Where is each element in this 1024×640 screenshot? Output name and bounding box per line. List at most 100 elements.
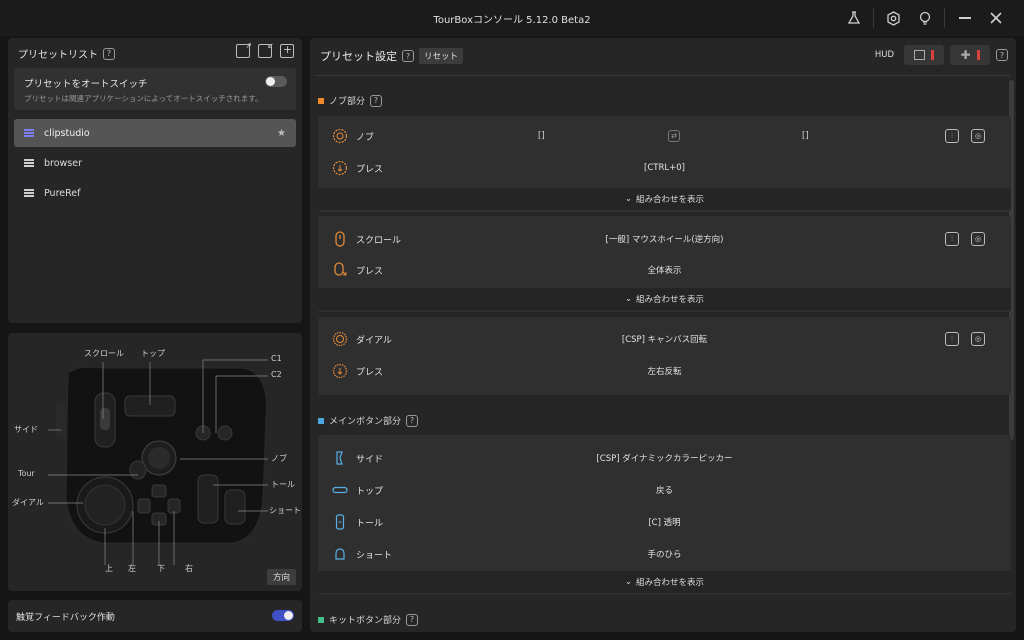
help-icon[interactable]: ?: [103, 47, 115, 60]
diagram-label-scroll: スクロール: [84, 349, 124, 358]
swap-icon[interactable]: ⇄: [668, 130, 680, 142]
knob-right-value: []: [802, 131, 809, 141]
diagram-label-dial: ダイアル: [12, 498, 44, 507]
preset-list-actions: ↗ ↙ +: [236, 41, 294, 58]
scroll-card: スクロール [一般] マウスホイール(逆方向) ⫶ ◎ プレス 全体表示 ⌄ 組み合…: [318, 216, 1011, 312]
combo-label: 組み合わせを表示: [636, 295, 705, 305]
hud-controls: HUD ✚ ?: [875, 45, 1008, 65]
add-preset-icon[interactable]: +: [280, 43, 294, 58]
title-separator: [944, 8, 945, 28]
haptic-setting-icon[interactable]: ⫶: [945, 129, 959, 143]
help-icon[interactable]: ?: [996, 49, 1008, 61]
row-label: ノブ: [356, 132, 375, 143]
diagram-label-up: 上: [105, 564, 113, 573]
row-actions: ⫶ ◎: [945, 232, 985, 246]
diagram-label-right: 右: [185, 564, 193, 573]
knob-left-value: []: [538, 131, 545, 141]
help-icon[interactable]: ?: [406, 613, 419, 626]
section-marker: [318, 97, 324, 104]
auto-switch-toggle[interactable]: [265, 76, 287, 87]
reset-button[interactable]: リセット: [419, 48, 464, 64]
scroll-row[interactable]: スクロール [一般] マウスホイール(逆方向) ⫶ ◎: [318, 224, 1011, 254]
preset-item-clipstudio[interactable]: clipstudio ★: [14, 119, 296, 147]
minimize-icon[interactable]: [954, 7, 976, 29]
diagram-label-top: トップ: [141, 349, 165, 358]
haptic-toggle[interactable]: [272, 610, 294, 621]
knob-press-row[interactable]: プレス [CTRL+0]: [318, 153, 1011, 183]
hud-dpad-button[interactable]: ✚: [950, 45, 990, 65]
row-value: 戻る: [655, 486, 673, 496]
preset-item-label: PureRef: [44, 187, 81, 199]
side-row[interactable]: サイド [CSP] ダイナミックカラーピッカー: [318, 443, 1011, 473]
diagram-label-left: 左: [128, 564, 136, 573]
settings-icon[interactable]: [882, 7, 904, 29]
diagram-label-down: 下: [157, 564, 165, 573]
auto-switch-box: プリセットをオートスイッチ プリセットは関連アプリケーションによってオートスイッ…: [14, 68, 296, 110]
haptic-label: 触覚フィードバック作動: [16, 613, 115, 623]
scroll-press-row[interactable]: プレス 全体表示: [318, 255, 1011, 285]
diagram-label-c1: C1: [271, 354, 282, 363]
hud-setting-icon[interactable]: ◎: [971, 129, 985, 143]
diagram-label-short: ショート: [269, 506, 301, 515]
dpad-icon: ✚: [960, 48, 971, 62]
row-value: 全体表示: [647, 266, 682, 276]
row-value: [一般] マウスホイール(逆方向): [605, 235, 724, 245]
diagram-label-side: サイド: [14, 425, 38, 434]
diagram-label-tour: Tour: [18, 469, 35, 478]
lightbulb-icon[interactable]: [914, 7, 936, 29]
status-indicator: [976, 50, 980, 60]
tall-row[interactable]: トール [C] 透明: [318, 507, 1011, 537]
knob-icon: [332, 128, 348, 144]
direction-button[interactable]: 方向: [266, 569, 296, 585]
section-marker: [318, 616, 324, 623]
dial-row[interactable]: ダイアル [CSP] キャンバス回転 ⫶ ◎: [318, 324, 1011, 354]
hud-setting-icon[interactable]: ◎: [971, 332, 985, 346]
row-value: 左右反転: [647, 367, 682, 377]
short-row[interactable]: ショート 手のひら: [318, 539, 1011, 569]
preset-settings-panel: プリセット設定 ? リセット HUD ✚ ? ノブ部分 ? ノブ [] ⇄ []…: [310, 38, 1016, 632]
list-icon: [914, 50, 925, 60]
menu-icon: [24, 159, 34, 167]
diagram-label-knob: ノブ: [271, 454, 287, 463]
hud-setting-icon[interactable]: ◎: [971, 232, 985, 246]
auto-switch-description: プリセットは関連アプリケーションによってオートスイッチされます。: [24, 94, 263, 103]
combo-label: 組み合わせを表示: [636, 195, 705, 205]
knob-row[interactable]: ノブ [] ⇄ [] ⫶ ◎: [318, 121, 1011, 151]
flask-icon[interactable]: [843, 7, 865, 29]
preset-settings-title: プリセット設定: [320, 50, 397, 63]
row-value: [CSP] キャンバス回転: [621, 335, 708, 345]
export-icon[interactable]: ↗: [236, 41, 252, 58]
row-actions: ⫶ ◎: [945, 129, 985, 143]
dial-card: ダイアル [CSP] キャンバス回転 ⫶ ◎ プレス 左右反転: [318, 317, 1011, 395]
diagram-label-c2: C2: [271, 370, 282, 379]
show-combinations-button[interactable]: ⌄ 組み合わせを表示: [318, 571, 1011, 593]
preset-item-browser[interactable]: browser: [14, 149, 296, 177]
title-separator: [873, 8, 874, 28]
show-combinations-button[interactable]: ⌄ 組み合わせを表示: [318, 288, 1011, 310]
help-icon[interactable]: ?: [402, 50, 414, 62]
chevron-down-icon: ⌄: [624, 577, 633, 587]
top-row[interactable]: トップ 戻る: [318, 475, 1011, 505]
hud-list-button[interactable]: [904, 45, 944, 65]
star-icon[interactable]: ★: [277, 128, 286, 139]
main-buttons-card: サイド [CSP] ダイナミックカラーピッカー トップ 戻る トール [C] 透…: [318, 435, 1011, 595]
show-combinations-button[interactable]: ⌄ 組み合わせを表示: [318, 188, 1011, 210]
device-diagram-panel: スクロール トップ C1 C2 サイド Tour ノブ トール ダイアル ショー…: [8, 333, 302, 591]
section-marker: [318, 417, 324, 424]
hud-label: HUD: [874, 50, 894, 60]
help-icon[interactable]: ?: [406, 414, 419, 427]
preset-item-pureref[interactable]: PureRef: [14, 179, 296, 207]
preset-list-title: プリセットリスト: [18, 50, 98, 61]
knob-card: ノブ [] ⇄ [] ⫶ ◎ プレス [CTRL+0] ⌄ 組み合わせを表示: [318, 116, 1011, 212]
help-icon[interactable]: ?: [370, 94, 383, 107]
dial-press-row[interactable]: プレス 左右反転: [318, 356, 1011, 386]
app-title: TourBoxコンソール 5.12.0 Beta2: [433, 15, 591, 26]
haptic-setting-icon[interactable]: ⫶: [945, 332, 959, 346]
haptic-setting-icon[interactable]: ⫶: [945, 232, 959, 246]
close-icon[interactable]: [985, 7, 1007, 29]
preset-settings-header: プリセット設定 ? リセット: [320, 48, 464, 64]
header-divider: [316, 75, 1010, 76]
preset-item-label: browser: [44, 157, 83, 169]
import-icon[interactable]: ↙: [258, 41, 274, 58]
auto-switch-title: プリセットをオートスイッチ: [24, 79, 148, 90]
